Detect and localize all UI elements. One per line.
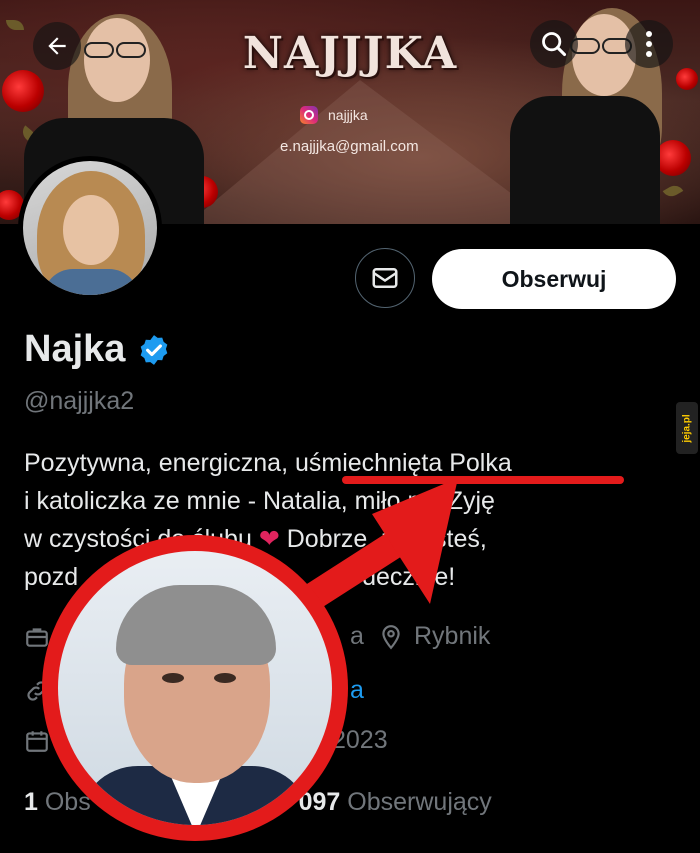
more-vertical-icon (646, 31, 652, 57)
annotation-photo-circle (42, 535, 348, 841)
watermark: jeja.pl (676, 402, 698, 454)
followers-label[interactable]: Obserwujący (347, 788, 492, 816)
bio-segment: pozd (24, 563, 79, 591)
work-text: a (350, 622, 364, 650)
following-count[interactable]: 1 (24, 788, 38, 816)
more-options-button[interactable] (625, 20, 673, 68)
profile-avatar[interactable] (18, 156, 162, 300)
bio-line: i katoliczka ze mnie - Natalia, miło mi.… (24, 487, 495, 515)
calendar-icon (26, 730, 48, 752)
bio-segment: decznie! (362, 563, 456, 591)
banner-title: NAJJJKA (242, 28, 458, 79)
location-text: Rybnik (414, 622, 491, 650)
briefcase-icon (26, 627, 48, 647)
bio-line: Pozytywna, energiczna, uśmiechnięta Polk… (24, 449, 512, 477)
search-button[interactable] (530, 20, 578, 68)
banner-email: e.najjjka@gmail.com (280, 138, 419, 155)
annotation-photo (58, 551, 332, 825)
location-meta: Rybnik (378, 622, 490, 651)
message-button[interactable] (355, 248, 415, 308)
location-pin-icon (382, 624, 400, 649)
name-row: Najka (24, 328, 171, 371)
follow-button[interactable]: Obserwuj (432, 249, 676, 309)
profile-link[interactable]: a (350, 676, 364, 705)
watermark-text: jeja.pl (681, 413, 693, 443)
banner-instagram: najjjka (300, 106, 368, 124)
banner-instagram-handle: najjjka (328, 107, 368, 123)
heart-icon: ❤ (258, 525, 280, 553)
avatar-photo (23, 161, 157, 295)
instagram-icon (300, 106, 318, 124)
verified-badge-icon[interactable] (137, 333, 171, 367)
arrow-left-icon (48, 37, 66, 55)
profile-handle: @najjjka2 (24, 387, 135, 415)
mail-icon (372, 268, 398, 288)
back-button[interactable] (33, 22, 81, 70)
display-name: Najka (24, 328, 126, 370)
bio-segment: Dobrze, że jesteś, (286, 525, 487, 553)
search-icon (542, 32, 567, 57)
